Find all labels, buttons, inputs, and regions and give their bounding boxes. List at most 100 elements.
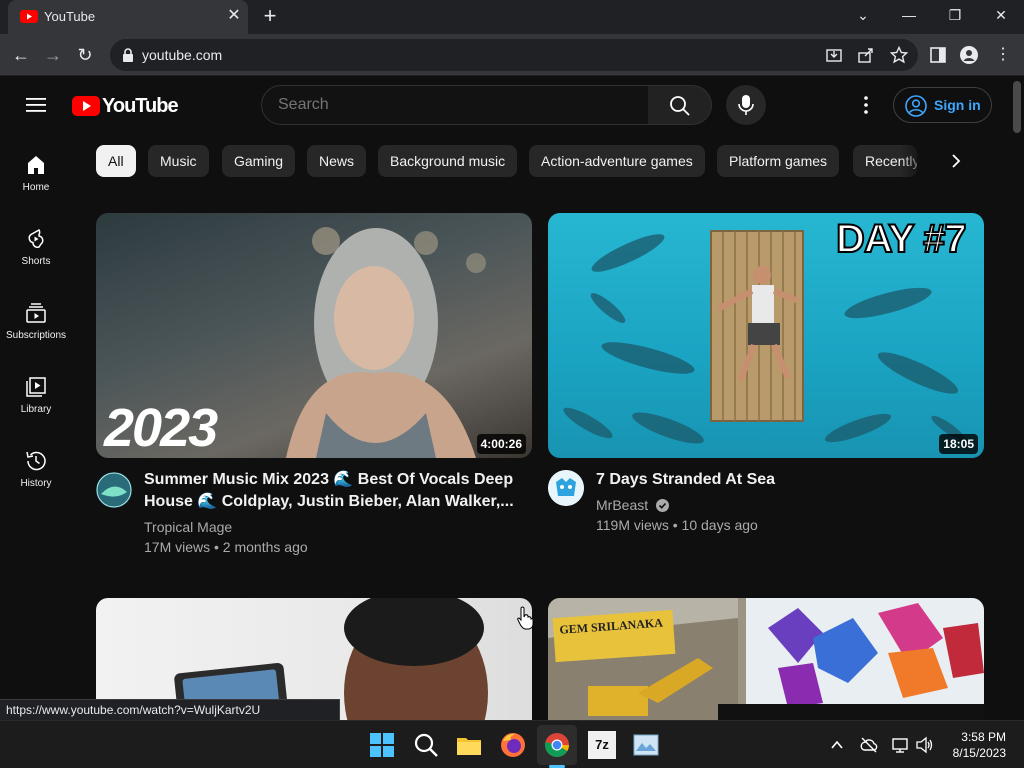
- sidebar-item-library[interactable]: Library: [0, 367, 72, 441]
- sidebar-item-history[interactable]: History: [0, 441, 72, 515]
- tab-search-chevron-icon[interactable]: ⌄: [840, 0, 886, 34]
- sidebar-item-label: Home: [22, 182, 50, 193]
- youtube-play-logo-icon: [72, 96, 100, 116]
- sidebar-item-shorts[interactable]: Shorts: [0, 219, 72, 293]
- sidebar-item-label: Shorts: [21, 256, 51, 267]
- channel-name[interactable]: MrBeast: [596, 495, 670, 515]
- home-icon: [28, 156, 44, 174]
- chevron-right-icon[interactable]: [946, 151, 966, 171]
- browser-tab-youtube[interactable]: YouTube ✕: [8, 0, 248, 34]
- install-app-icon[interactable]: [826, 47, 842, 63]
- windows-start-icon[interactable]: [368, 731, 396, 759]
- link-preview-status: https://www.youtube.com/watch?v=WuljKart…: [0, 699, 340, 721]
- channel-avatar-image: [548, 470, 584, 506]
- file-explorer-icon[interactable]: [455, 731, 483, 759]
- chips-fade: [900, 140, 940, 182]
- hamburger-menu-icon[interactable]: [26, 97, 46, 113]
- video-thumbnail[interactable]: DAY #7 18:05: [548, 213, 984, 458]
- close-tab-icon[interactable]: ✕: [224, 6, 244, 26]
- video-thumbnail[interactable]: 2023 4:00:26: [96, 213, 532, 458]
- taskbar-date[interactable]: 8/15/2023: [944, 746, 1006, 760]
- chrome-icon[interactable]: [543, 731, 571, 759]
- chip-action-adventure-games[interactable]: Action-adventure games: [529, 145, 705, 177]
- sidebar-item-label: Subscriptions: [5, 330, 67, 341]
- 7zip-icon[interactable]: 7z: [588, 731, 616, 759]
- sidebar-item-label: History: [20, 478, 52, 489]
- library-icon: [26, 377, 46, 397]
- verified-check-icon: [656, 499, 670, 512]
- onedrive-cloud-icon[interactable]: [860, 736, 878, 754]
- firefox-icon[interactable]: [499, 731, 527, 759]
- thumbnail-text: GEM SRILANAKA: [558, 615, 664, 637]
- youtube-logo[interactable]: YouTube: [72, 94, 179, 117]
- channel-avatar[interactable]: [548, 470, 584, 506]
- restore-button[interactable]: ❐: [932, 0, 978, 34]
- search-button[interactable]: [648, 85, 712, 125]
- duration-badge: 18:05: [939, 434, 978, 454]
- youtube-logo-text: YouTube: [102, 95, 179, 117]
- bookmark-star-icon[interactable]: [890, 46, 908, 64]
- chip-news[interactable]: News: [307, 145, 367, 177]
- profile-icon[interactable]: [960, 46, 978, 64]
- sidebar-item-label: Library: [20, 404, 52, 415]
- thumbnail-banner: GEM SRILANAKA: [552, 609, 676, 663]
- thumbnail-text: 2023: [104, 398, 218, 458]
- sign-in-label: Sign in: [934, 97, 981, 113]
- address-bar[interactable]: youtube.com: [110, 39, 918, 71]
- chip-music[interactable]: Music: [148, 145, 209, 177]
- volume-icon[interactable]: [916, 736, 934, 754]
- search-icon[interactable]: [412, 731, 440, 759]
- hand-cursor-icon: [517, 606, 534, 630]
- chevron-up-icon[interactable]: [830, 738, 844, 752]
- minimize-button[interactable]: —: [886, 0, 932, 34]
- video-thumbnail[interactable]: GEM SRILANAKA: [548, 598, 984, 720]
- chip-platform-games[interactable]: Platform games: [717, 145, 840, 177]
- video-title-line: Summer Music Mix 2023 🌊 Best Of Vocals D…: [144, 471, 514, 488]
- chip-gaming[interactable]: Gaming: [222, 145, 296, 177]
- browser-tab-strip: YouTube ✕ + ⌄ — ❐ ✕: [0, 0, 1024, 34]
- youtube-masthead: YouTube Sign in: [0, 77, 1010, 133]
- video-title[interactable]: Summer Music Mix 2023 🌊 Best Of Vocals D…: [144, 469, 514, 513]
- microphone-icon: [738, 95, 754, 115]
- paint-app-icon[interactable]: [632, 731, 660, 759]
- channel-avatar-image: [96, 472, 132, 508]
- thumbnail-text: DAY #7: [835, 216, 968, 262]
- sidebar-item-subscriptions[interactable]: Subscriptions: [0, 293, 72, 367]
- back-arrow-icon[interactable]: ←: [8, 42, 34, 68]
- new-tab-button[interactable]: +: [258, 5, 282, 29]
- lock-icon: [123, 48, 133, 62]
- shorts-icon: [28, 228, 44, 249]
- more-options-icon[interactable]: [854, 93, 878, 117]
- channel-name-text: MrBeast: [596, 497, 649, 513]
- chrome-menu-icon[interactable]: ⋮: [990, 42, 1016, 68]
- close-window-button[interactable]: ✕: [978, 0, 1024, 34]
- sidebar-item-home[interactable]: Home: [0, 145, 72, 219]
- url-text: youtube.com: [142, 47, 223, 63]
- reload-icon[interactable]: ↻: [72, 42, 98, 68]
- side-panel-icon[interactable]: [930, 47, 946, 63]
- sign-in-button[interactable]: Sign in: [893, 87, 992, 123]
- voice-search-button[interactable]: [726, 85, 766, 125]
- page-scrollbar[interactable]: [1010, 77, 1024, 720]
- youtube-favicon-icon: [20, 10, 38, 23]
- chip-all[interactable]: All: [96, 145, 136, 177]
- channel-name[interactable]: Tropical Mage: [144, 517, 232, 537]
- browser-toolbar: ← → ↻ youtube.com ⋮: [0, 34, 1024, 76]
- share-icon[interactable]: [858, 47, 874, 63]
- search-box[interactable]: [261, 85, 649, 125]
- video-title[interactable]: 7 Days Stranded At Sea: [596, 469, 966, 491]
- video-title-line: House 🌊 Coldplay, Justin Bieber, Alan Wa…: [144, 493, 514, 510]
- taskbar-time[interactable]: 3:58 PM: [960, 730, 1006, 744]
- chip-background-music[interactable]: Background music: [378, 145, 518, 177]
- scrollbar-thumb[interactable]: [1013, 81, 1021, 133]
- forward-arrow-icon[interactable]: →: [40, 42, 66, 68]
- tab-title: YouTube: [44, 9, 96, 24]
- search-input[interactable]: [278, 96, 618, 114]
- history-icon: [26, 451, 46, 471]
- network-icon[interactable]: [892, 736, 910, 754]
- windows-taskbar: 7z 3:58 PM 8/15/2023: [0, 720, 1024, 768]
- video-stats: 17M views • 2 months ago: [144, 539, 308, 555]
- subscriptions-icon: [26, 303, 46, 323]
- duration-badge: 4:00:26: [476, 434, 526, 454]
- channel-avatar[interactable]: [96, 472, 132, 508]
